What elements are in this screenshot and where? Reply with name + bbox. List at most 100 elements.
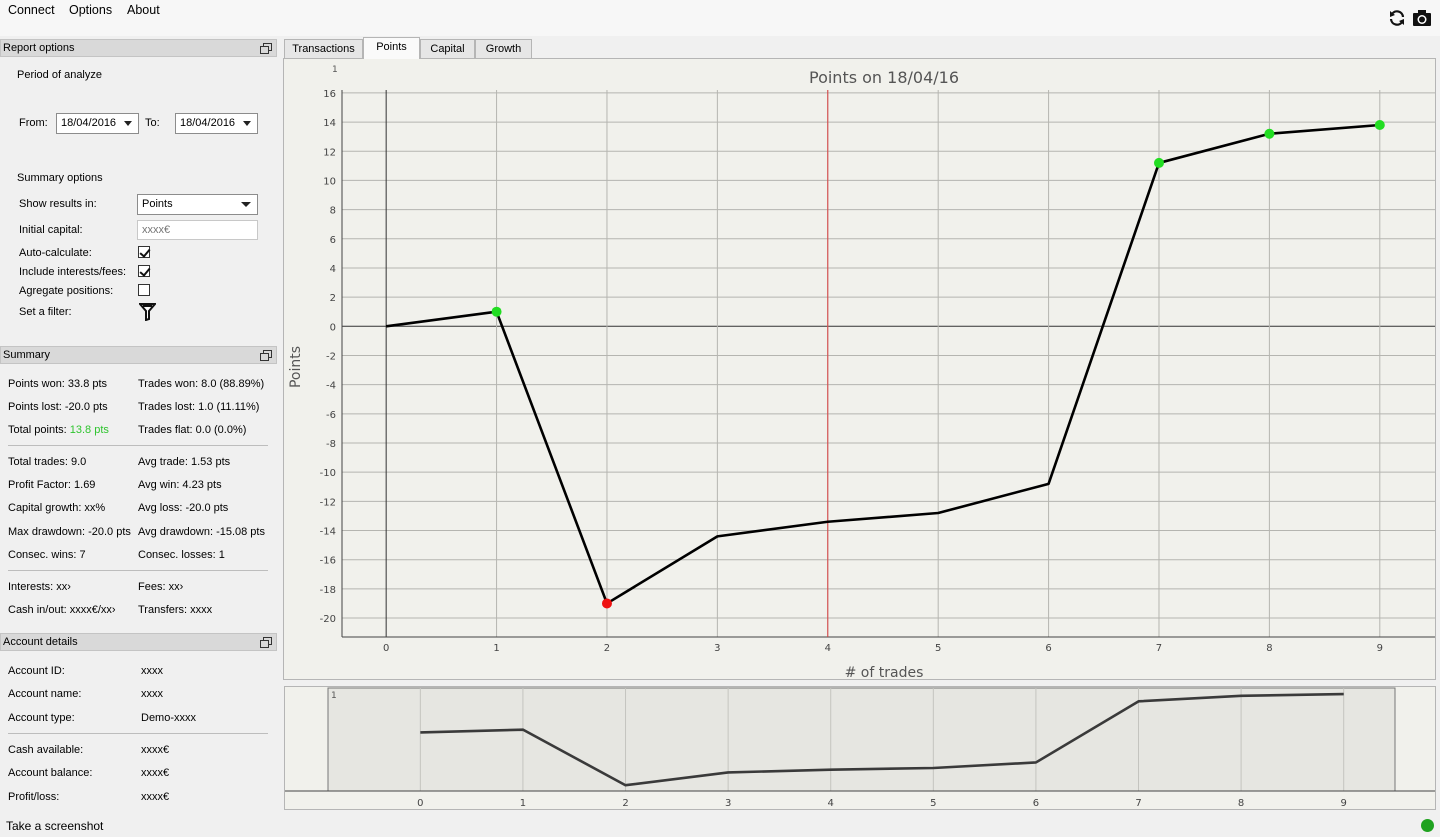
account-details-header: Account details [0, 633, 277, 651]
overview-tick-label: 9 [1341, 798, 1347, 809]
period-label: Period of analyze [17, 69, 102, 81]
from-date-select[interactable]: 18/04/2016 [56, 113, 139, 134]
y-tick-label: -10 [320, 468, 336, 479]
total-trades: Total trades: 9.0 [8, 456, 87, 468]
consec-wins: Consec. wins: 7 [8, 549, 86, 561]
fees: Fees: xx› [138, 581, 184, 593]
filter-icon[interactable] [139, 303, 156, 321]
x-tick-label: 8 [1266, 643, 1272, 654]
max-drawdown: Max drawdown: -20.0 pts [8, 526, 131, 538]
y-tick-label: 12 [323, 147, 336, 158]
y-tick-label: 2 [330, 293, 336, 304]
menu-options[interactable]: Options [69, 3, 112, 17]
include-interests-label: Include interests/fees: [19, 266, 127, 278]
from-label: From: [19, 117, 48, 129]
account-type-value: Demo-xxxx [141, 712, 197, 724]
refresh-icon[interactable] [1388, 9, 1406, 27]
auto-calculate-checkbox[interactable] [138, 246, 150, 258]
profit-loss-label: Profit/loss: [8, 791, 60, 803]
divider [8, 570, 268, 571]
account-balance-label: Account balance: [8, 767, 93, 779]
trades-lost: Trades lost: 1.0 (11.11%) [138, 401, 260, 413]
overview-tick-label: 0 [417, 798, 423, 809]
float-panel-icon[interactable] [260, 637, 272, 648]
initial-capital-label: Initial capital: [19, 224, 83, 236]
overview-corner-label: 1 [331, 691, 337, 701]
show-results-value: Points [142, 198, 173, 210]
summary-options-label: Summary options [17, 172, 103, 184]
menu-about[interactable]: About [127, 3, 160, 17]
y-tick-label: 4 [330, 264, 336, 275]
avg-loss: Avg loss: -20.0 pts [138, 502, 229, 514]
tab-points[interactable]: Points [363, 37, 420, 59]
avg-win: Avg win: 4.23 pts [138, 479, 222, 491]
from-date-value: 18/04/2016 [61, 117, 117, 129]
overview-tick-label: 7 [1135, 798, 1141, 809]
transfers: Transfers: xxxx [138, 604, 213, 616]
x-axis-label: # of trades [845, 665, 924, 679]
account-type-label: Account type: [8, 712, 75, 724]
account-details-title: Account details [3, 636, 78, 648]
profit-loss-value: xxxx€ [141, 791, 170, 803]
chart-grid [342, 90, 1435, 637]
total-points-label: Total points: [8, 424, 70, 436]
y-tick-label: -8 [326, 439, 336, 450]
avg-trade: Avg trade: 1.53 pts [138, 456, 231, 468]
points-chart[interactable]: 1614121086420-2-4-6-8-10-12-14-16-18-200… [284, 59, 1435, 679]
status-text: Take a screenshot [6, 819, 104, 833]
camera-icon[interactable] [1412, 9, 1432, 27]
overview-chart[interactable]: 0 1 2 3 4 5 6 7 8 9 1 [285, 687, 1435, 809]
win-point [491, 306, 502, 317]
points-chart-frame: 16 14 12 10 8 6 4 2 0 -2 -4 -6 -8 -10 -12 -14 -16 -18 -20 0… [283, 58, 1436, 680]
y-tick-label: -20 [320, 614, 336, 625]
cash-available-label: Cash available: [8, 744, 84, 756]
tab-capital[interactable]: Capital [420, 39, 475, 58]
overview-chart-frame: 0 1 2 3 4 5 6 7 8 9 1 [284, 686, 1436, 810]
y-tick-label: -14 [320, 527, 336, 538]
filter-label: Set a filter: [19, 306, 72, 318]
account-id-value: xxxx [141, 665, 163, 677]
status-indicator-icon [1421, 819, 1434, 832]
x-tick-label: 1 [493, 643, 499, 654]
summary-header: Summary [0, 346, 277, 364]
consec-losses: Consec. losses: 1 [138, 549, 225, 561]
divider [8, 733, 268, 734]
loss-point [601, 598, 612, 609]
to-date-select[interactable]: 18/04/2016 [175, 113, 258, 134]
account-balance-value: xxxx€ [141, 767, 170, 779]
aggregate-checkbox[interactable] [138, 284, 150, 296]
float-panel-icon[interactable] [260, 350, 272, 361]
capital-growth: Capital growth: xx% [8, 502, 106, 514]
overview-tick-label: 1 [520, 798, 526, 809]
tab-transactions[interactable]: Transactions [284, 39, 363, 58]
avg-drawdown: Avg drawdown: -15.08 pts [138, 526, 265, 538]
win-point [1374, 120, 1385, 131]
menu-connect[interactable]: Connect [8, 3, 55, 17]
points-won: Points won: 33.8 pts [8, 378, 108, 390]
to-date-value: 18/04/2016 [180, 117, 236, 129]
y-tick-label: 0 [330, 322, 336, 333]
tab-growth[interactable]: Growth [475, 39, 532, 58]
report-options-title: Report options [3, 42, 75, 54]
initial-capital-input[interactable] [137, 220, 258, 240]
x-tick-label: 0 [383, 643, 389, 654]
float-panel-icon[interactable] [260, 43, 272, 54]
to-label: To: [145, 117, 160, 129]
include-interests-checkbox[interactable] [138, 265, 150, 277]
trades-flat: Trades flat: 0.0 (0.0%) [138, 424, 247, 436]
cash-available-value: xxxx€ [141, 744, 170, 756]
report-options-header: Report options [0, 39, 277, 57]
win-point [1264, 128, 1275, 139]
total-points: Total points: 13.8 pts [8, 424, 109, 436]
overview-tick-label: 5 [930, 798, 936, 809]
x-tick-label: 2 [604, 643, 610, 654]
divider [8, 445, 268, 446]
show-results-select[interactable]: Points [137, 194, 258, 215]
account-name-label: Account name: [8, 688, 82, 700]
points-lost: Points lost: -20.0 pts [8, 401, 108, 413]
overview-tick-label: 4 [828, 798, 834, 809]
overview-selection-window[interactable] [327, 687, 1396, 792]
y-tick-label: -6 [326, 410, 336, 421]
trades-won: Trades won: 8.0 (88.89%) [138, 378, 265, 390]
plot-area [342, 90, 1435, 637]
